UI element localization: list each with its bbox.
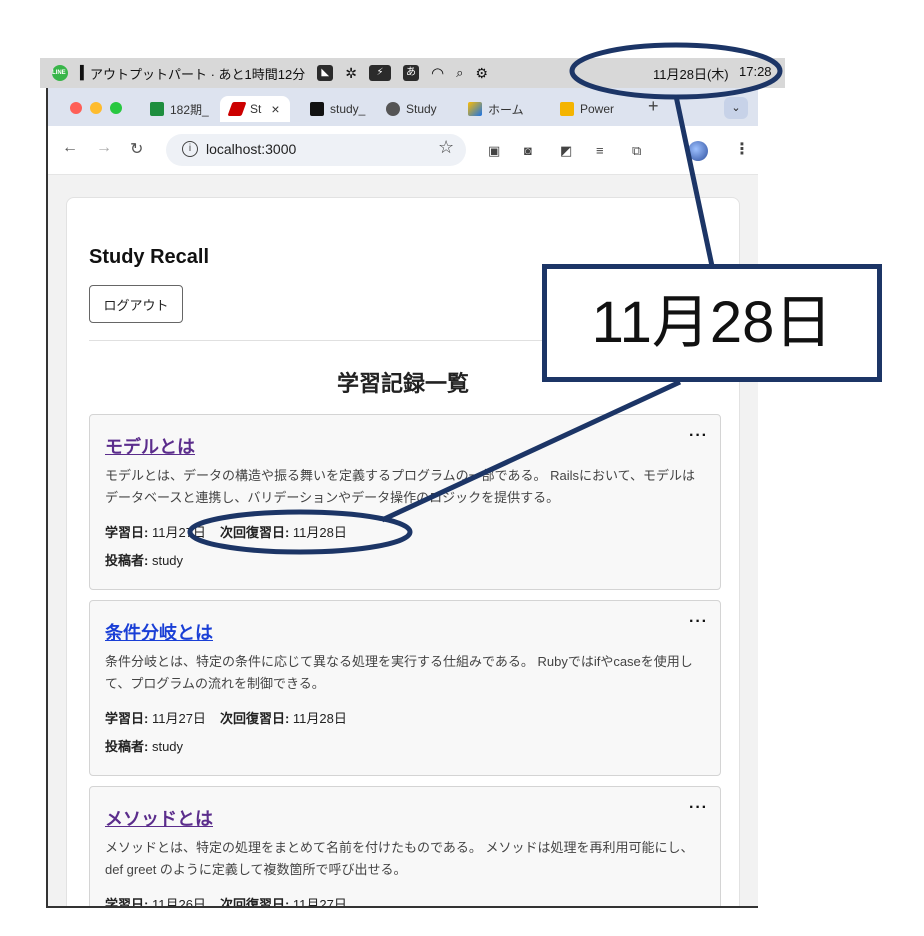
connector-line-top (673, 95, 715, 267)
annotation-overlay (187, 42, 783, 555)
review-date-highlight (187, 509, 413, 555)
menubar-date-highlight (569, 42, 783, 100)
connector-line-bottom (380, 379, 682, 523)
callout-text: 11月28日 (591, 290, 833, 355)
callout-box: 11月28日 (542, 264, 882, 382)
